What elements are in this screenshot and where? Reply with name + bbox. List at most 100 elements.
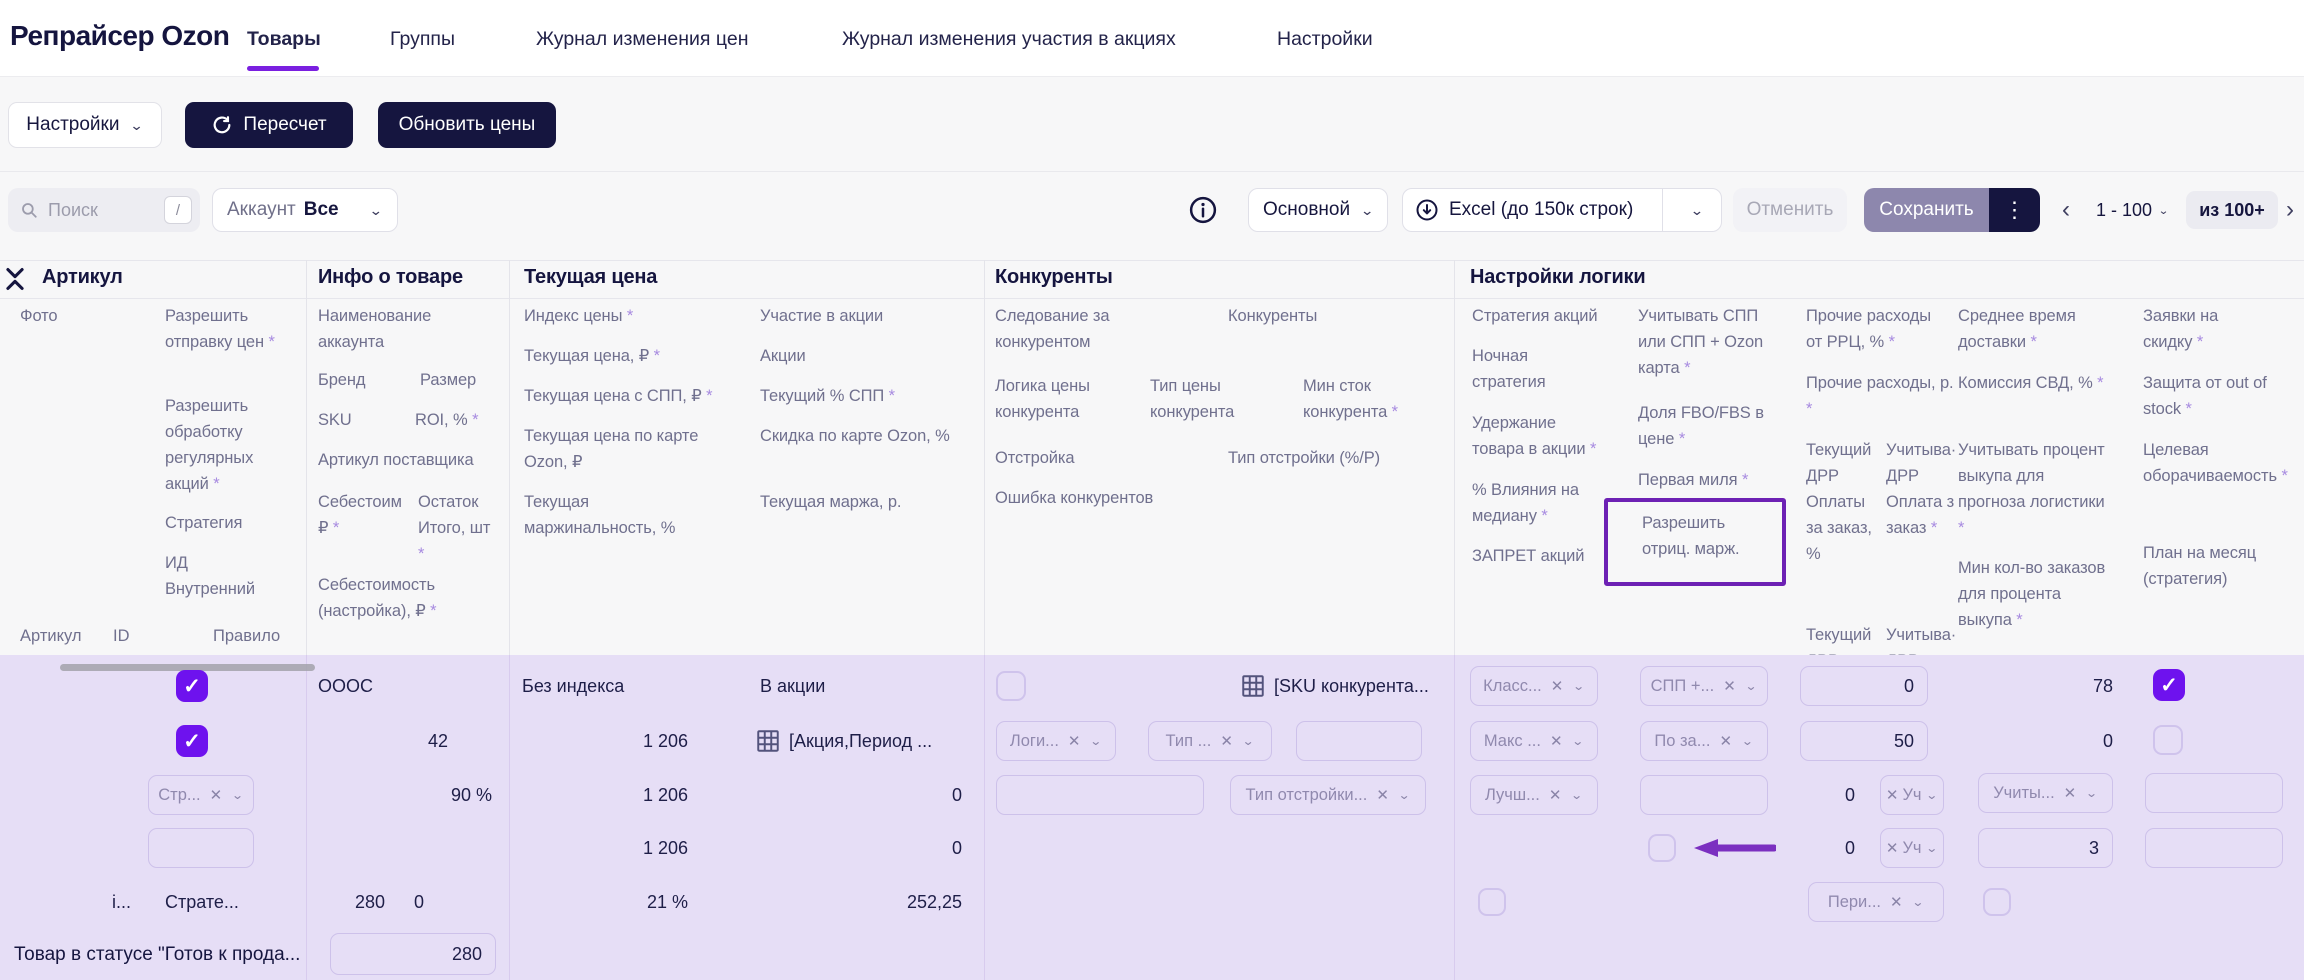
col-svd-fee: Комиссия СВД, % * <box>1958 370 2106 396</box>
tab-gruppy[interactable]: Группы <box>390 28 455 51</box>
cell-avg-delivery: 0 <box>2033 731 2113 752</box>
clear-icon[interactable]: ✕ <box>1549 786 1562 804</box>
col-id[interactable]: ID <box>113 627 130 646</box>
row2-min-stock-input[interactable] <box>1296 721 1422 761</box>
row1-follow-checkbox[interactable] <box>996 671 1026 701</box>
clear-icon[interactable]: ✕ <box>1723 677 1736 695</box>
search-field[interactable]: / <box>8 188 200 232</box>
col-roi: ROI, % * <box>415 407 507 433</box>
row3-buyout-select[interactable]: Учиты...✕⌄ <box>1978 773 2113 813</box>
update-prices-button[interactable]: Обновить цены <box>378 102 556 148</box>
row1-spp-mode-select[interactable]: СПП +...✕⌄ <box>1640 666 1768 706</box>
cancel-button[interactable]: Отменить <box>1733 188 1847 232</box>
col-artikul[interactable]: Артикул <box>20 627 82 646</box>
save-menu-button[interactable]: ⋮ <box>1989 188 2040 232</box>
col-account-name: Наименование аккаунта <box>318 303 448 355</box>
row3-offset-type-select[interactable]: Тип отстройки...✕⌄ <box>1230 775 1426 815</box>
row3-spp-input[interactable] <box>1640 775 1768 815</box>
row3-consider-drr-select[interactable]: ✕Уч⌄ <box>1880 775 1944 815</box>
cell-avg-delivery: 78 <box>2033 676 2113 697</box>
collapse-columns-icon[interactable] <box>4 266 26 292</box>
tab-settings[interactable]: Настройки <box>1277 28 1373 51</box>
column-divider <box>306 655 307 980</box>
clear-icon[interactable]: ✕ <box>1719 732 1732 750</box>
row1-allow-send-checkbox[interactable]: ✓ <box>176 670 208 702</box>
row4-consider-drr-select[interactable]: ✕Уч⌄ <box>1880 828 1944 868</box>
search-input[interactable] <box>46 199 156 222</box>
app-logo: Репрайсер Ozon <box>10 20 229 52</box>
clear-icon[interactable]: ✕ <box>210 786 223 804</box>
cell-card-price: 1 206 <box>608 838 688 859</box>
cell-current-price: 1 206 <box>608 731 688 752</box>
account-select[interactable]: АккаунтВсе ⌄ <box>212 188 398 232</box>
row3-offset-input[interactable] <box>996 775 1204 815</box>
row2-discount-requests-checkbox[interactable] <box>2153 725 2183 755</box>
required-star: * <box>213 475 219 493</box>
col-margin-rub: Текущая маржа, р. <box>760 489 980 515</box>
table-body <box>0 655 2304 980</box>
clear-icon[interactable]: ✕ <box>1220 732 1233 750</box>
col-strategy: Стратегия <box>165 510 277 536</box>
info-icon[interactable] <box>1188 195 1218 225</box>
product-status-text: Товар в статусе "Готов к прода... <box>14 944 300 966</box>
col-promo-strategy: Стратегия акций <box>1472 303 1617 329</box>
cell-stock: 0 <box>394 892 424 913</box>
clear-icon[interactable]: ✕ <box>1551 677 1564 695</box>
recalc-button[interactable]: Пересчет <box>185 102 353 148</box>
export-select[interactable]: Excel (до 150к строк) ⌄ <box>1402 188 1722 232</box>
row2-price-logic-select[interactable]: Логи...✕⌄ <box>996 721 1116 761</box>
row4-first-mile-checkbox[interactable] <box>1648 834 1676 862</box>
page-next-button[interactable]: › <box>2286 196 2294 224</box>
row1-other-costs-input[interactable]: 0 <box>1800 666 1928 706</box>
row2-promo-strategy-select[interactable]: Макс ...✕⌄ <box>1470 721 1598 761</box>
cell-competitor-link[interactable]: [SKU конкурента... <box>1240 673 1429 699</box>
row4-oos-input[interactable] <box>2145 828 2283 868</box>
tab-promo-log[interactable]: Журнал изменения участия в акциях <box>842 28 1176 51</box>
view-select[interactable]: Основной ⌄ <box>1248 188 1388 232</box>
row4-strategy-input[interactable] <box>148 828 254 868</box>
col-spp-mode: Учитывать СПП или СПП + Ozon карта * <box>1638 303 1766 381</box>
col-margin-pct: Текущая маржинальность, % <box>524 489 724 541</box>
row2-other-costs-input[interactable]: 50 <box>1800 721 1928 761</box>
row2-spp-mode-select[interactable]: По за...✕⌄ <box>1640 721 1768 761</box>
page-range-dropdown[interactable]: 1 - 100 ⌄ <box>2096 200 2169 221</box>
col-supplier-sku: Артикул поставщика <box>318 447 503 473</box>
row1-promo-strategy-select[interactable]: Класс...✕⌄ <box>1470 666 1598 706</box>
tab-price-log[interactable]: Журнал изменения цен <box>536 28 748 51</box>
cell-promo-link[interactable]: [Акция,Период ... <box>755 728 932 754</box>
clear-icon[interactable]: ✕ <box>1890 893 1903 911</box>
col-consider-drr-2: Учитыва· ДРР <box>1886 622 1960 655</box>
clear-icon[interactable]: ✕ <box>2064 784 2077 802</box>
row2-allow-regular-checkbox[interactable]: ✓ <box>176 725 208 757</box>
col-competitors: Конкуренты <box>1228 303 1408 329</box>
col-brand: Бренд <box>318 367 365 393</box>
required-star: * <box>2031 333 2037 351</box>
row6-cost-setting-input[interactable]: 280 <box>330 933 496 975</box>
clear-icon[interactable]: ✕ <box>1550 732 1563 750</box>
chevron-down-icon: ⌄ <box>1745 679 1758 693</box>
cell-current-drr: 0 <box>1775 785 1855 806</box>
save-button[interactable]: Сохранить <box>1864 188 1989 232</box>
row5-buyout-checkbox[interactable] <box>1983 888 2011 916</box>
clear-icon[interactable]: ✕ <box>1886 839 1899 857</box>
clear-icon[interactable]: ✕ <box>1068 732 1081 750</box>
row1-discount-requests-checkbox[interactable]: ✓ <box>2153 669 2185 701</box>
col-first-mile: Первая миля * <box>1638 467 1783 493</box>
cell-current-price-spp: 1 206 <box>608 785 688 806</box>
clear-icon[interactable]: ✕ <box>1376 786 1389 804</box>
row2-price-type-select[interactable]: Тип ...✕⌄ <box>1148 721 1272 761</box>
clear-icon[interactable]: ✕ <box>1886 786 1899 804</box>
required-star: * <box>706 387 712 405</box>
cell-internal-id: і... <box>112 892 131 913</box>
column-divider <box>509 655 510 980</box>
row3-oos-input[interactable] <box>2145 773 2283 813</box>
row5-promo-ban-checkbox[interactable] <box>1478 888 1506 916</box>
row4-min-orders-input[interactable]: 3 <box>1978 828 2113 868</box>
row3-strategy-select[interactable]: Стр...✕⌄ <box>148 775 254 815</box>
row3-promo-strategy-select[interactable]: Лучш...✕⌄ <box>1470 775 1598 815</box>
page-prev-button[interactable]: ‹ <box>2062 196 2070 224</box>
chevron-down-icon: ⌄ <box>231 788 244 802</box>
tab-tovary[interactable]: Товары <box>247 28 321 51</box>
settings-dropdown-button[interactable]: Настройки⌄ <box>8 102 162 148</box>
row5-period-select[interactable]: Пери...✕⌄ <box>1808 882 1944 922</box>
